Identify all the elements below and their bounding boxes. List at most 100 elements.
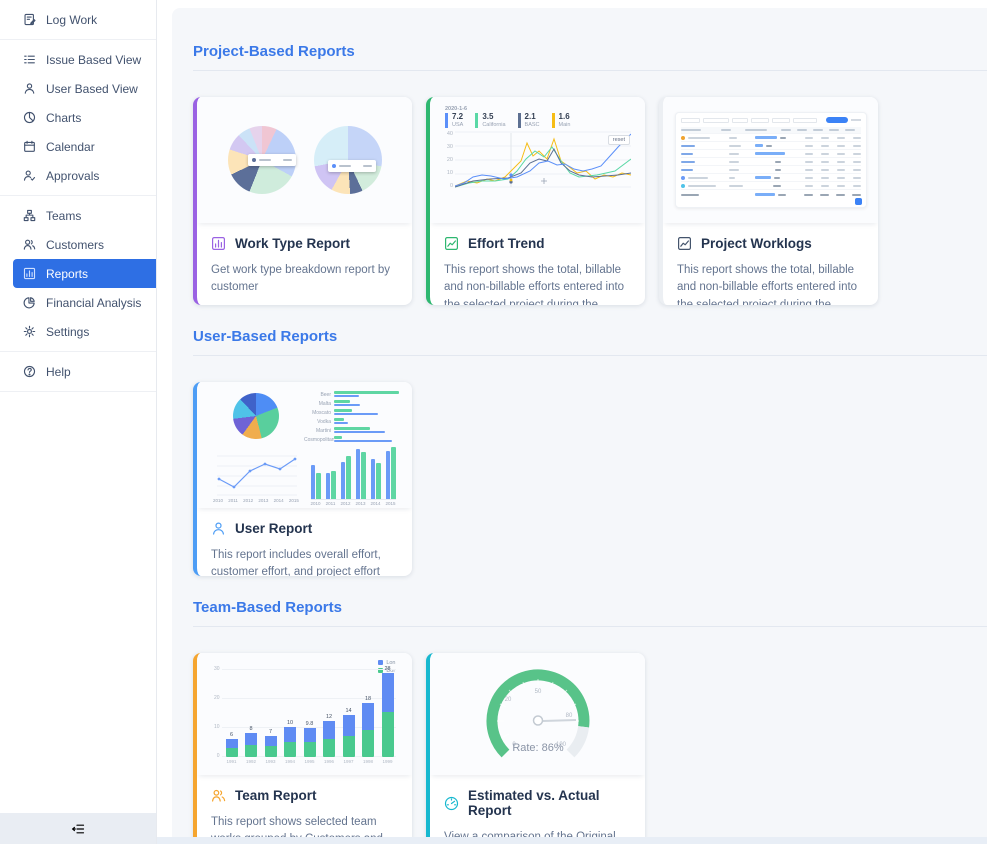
- card-title: Work Type Report: [235, 236, 351, 251]
- sidebar-item-teams[interactable]: Teams: [0, 201, 156, 230]
- worklog-table-row: [680, 182, 861, 190]
- section-divider: [193, 70, 987, 71]
- users-icon: [23, 239, 36, 250]
- card-description: This report shows the total, billable an…: [444, 264, 625, 305]
- sidebar-item-customers[interactable]: Customers: [0, 230, 156, 259]
- gauge-thumbnail: 0 20 50 80 100 Rate: 86%: [430, 653, 645, 775]
- sidebar-group-views: Issue Based View User Based View Charts …: [0, 40, 156, 196]
- card-team-report[interactable]: Lon Dor 30 20 10 0 6 8 7 10 9.8 12 14 18…: [193, 653, 412, 844]
- grouped-bar-chart-preview: 2010 2011 2012 2013 2014 2015: [310, 447, 396, 506]
- sidebar-item-charts[interactable]: Charts: [0, 103, 156, 132]
- gauge-chart-preview: 0 20 50 80 100 Rate: 86%: [486, 669, 589, 758]
- line-chart-icon: [445, 237, 459, 251]
- sidebar-group-admin: Teams Customers Reports Financial Analys…: [0, 196, 156, 352]
- sidebar-item-label: Help: [46, 364, 71, 379]
- sidebar: Log Work Issue Based View User Based Vie…: [0, 0, 157, 844]
- sidebar-item-label: Issue Based View: [46, 52, 142, 67]
- cards-row: Beer Malta Moscato Vodka Martini Cosmopo…: [193, 382, 987, 576]
- work-type-thumbnail: [197, 97, 412, 223]
- user-icon: [213, 522, 224, 535]
- gauge-icon: [444, 796, 459, 810]
- sidebar-item-label: Calendar: [46, 139, 95, 154]
- sidebar-item-label: Charts: [46, 110, 82, 125]
- reports-panel: Project-Based Reports Work Type Report G…: [172, 8, 987, 844]
- sidebar-item-settings[interactable]: Settings: [0, 317, 156, 346]
- user-report-thumbnail: Beer Malta Moscato Vodka Martini Cosmopo…: [197, 382, 412, 508]
- section-divider: [193, 626, 987, 627]
- team-icon: [212, 789, 226, 802]
- sidebar-item-financial-analysis[interactable]: Financial Analysis: [0, 288, 156, 317]
- y-axis-ticks: 40 30 20 10 0: [446, 130, 453, 189]
- bottom-scroll-strip: [157, 837, 987, 844]
- sidebar-item-label: Settings: [46, 324, 90, 339]
- sidebar-item-user-based-view[interactable]: User Based View: [0, 74, 156, 103]
- x-axis-labels: 1991 1992 1993 1994 1995 1996 1997 1998 1999: [226, 759, 393, 764]
- card-work-type-report[interactable]: Work Type Report Get work type breakdown…: [193, 97, 412, 305]
- gauge-rate-label: Rate: 86%: [512, 742, 564, 754]
- svg-text:20: 20: [504, 697, 511, 703]
- worklog-table-preview: [674, 112, 867, 208]
- card-title: Effort Trend: [468, 236, 545, 251]
- sidebar-item-reports[interactable]: Reports: [13, 259, 156, 288]
- card-description: Get work type breakdown report by custom…: [211, 264, 390, 294]
- card-title: User Report: [235, 521, 313, 536]
- sidebar-item-approvals[interactable]: Approvals: [0, 161, 156, 190]
- worklog-table-row: [680, 166, 861, 174]
- report-chart-icon: [23, 267, 36, 280]
- card-title: Team Report: [235, 788, 317, 803]
- main-area: Project-Based Reports Work Type Report G…: [157, 0, 987, 844]
- card-estimated-vs-actual[interactable]: 0 20 50 80 100 Rate: 86% Estimated vs. A…: [426, 653, 645, 844]
- sidebar-item-label: Teams: [46, 208, 82, 223]
- card-description: This report shows the total, billable an…: [677, 264, 858, 305]
- section-project-based: Project-Based Reports Work Type Report G…: [193, 42, 987, 305]
- worklog-table-row: [680, 150, 861, 158]
- log-work-icon: [24, 13, 36, 26]
- sidebar-group-top: Log Work: [0, 0, 156, 40]
- section-title: Team-Based Reports: [193, 599, 342, 616]
- line-chart-icon: [678, 237, 692, 251]
- reset-button: reset: [607, 134, 630, 145]
- calendar-icon: [24, 140, 35, 152]
- worklog-table-totals: [680, 190, 861, 199]
- pie-slice-icon: [23, 297, 35, 309]
- svg-text:50: 50: [534, 689, 541, 695]
- sidebar-item-label: Log Work: [46, 12, 98, 27]
- user-icon: [24, 83, 35, 94]
- sidebar-item-label: Reports: [46, 266, 89, 281]
- pie-tooltip: [327, 160, 376, 172]
- worklog-table-row: [680, 174, 861, 182]
- worklog-table-row: [680, 142, 861, 150]
- section-team-based: Team-Based Reports Lon Dor 30 20 10 0 6 …: [193, 598, 987, 844]
- line-chart-preview: [455, 131, 631, 188]
- card-user-report[interactable]: Beer Malta Moscato Vodka Martini Cosmopo…: [193, 382, 412, 576]
- project-worklogs-thumbnail: [663, 97, 878, 223]
- sidebar-item-log-work[interactable]: Log Work: [0, 5, 156, 34]
- sidebar-item-help[interactable]: Help: [0, 357, 156, 386]
- preview-legend: 7.2 USA 3.5 California 2.1 BASC 1.6 Main: [445, 112, 632, 128]
- line-chart-preview: 2010 2011 2012 2013 2014 2015: [208, 446, 304, 508]
- help-icon: [23, 365, 36, 378]
- cards-row: Work Type Report Get work type breakdown…: [193, 97, 987, 305]
- sidebar-footer: [0, 813, 156, 844]
- sidebar-item-label: Customers: [46, 237, 105, 252]
- collapse-sidebar-icon[interactable]: [71, 822, 85, 836]
- sidebar-item-issue-based-view[interactable]: Issue Based View: [0, 45, 156, 74]
- user-check-icon: [23, 170, 36, 181]
- section-user-based: User-Based Reports Beer Malta Moscato Vo…: [193, 327, 987, 576]
- worklog-table-row: [680, 134, 861, 142]
- team-report-thumbnail: Lon Dor 30 20 10 0 6 8 7 10 9.8 12 14 18…: [197, 653, 412, 775]
- card-effort-trend[interactable]: 2020-1-6 7.2 USA 3.5 California 2.1 BASC 1.…: [426, 97, 645, 305]
- sidebar-item-label: Financial Analysis: [46, 295, 142, 310]
- card-project-worklogs[interactable]: Project Worklogs This report shows the t…: [659, 97, 878, 305]
- section-title: User-Based Reports: [193, 328, 338, 345]
- sitemap-icon: [23, 209, 36, 222]
- section-title: Project-Based Reports: [193, 43, 355, 60]
- stacked-bar-chart-preview: Lon Dor 30 20 10 0 6 8 7 10 9.8 12 14 18…: [213, 660, 396, 764]
- cards-row: Lon Dor 30 20 10 0 6 8 7 10 9.8 12 14 18…: [193, 653, 987, 844]
- card-description: This report includes overall effort, cus…: [211, 549, 381, 576]
- filter-button: [825, 117, 848, 123]
- sidebar-item-calendar[interactable]: Calendar: [0, 132, 156, 161]
- card-title: Project Worklogs: [701, 236, 812, 251]
- sidebar-item-label: User Based View: [46, 81, 138, 96]
- effort-trend-thumbnail: 2020-1-6 7.2 USA 3.5 California 2.1 BASC 1.…: [430, 97, 645, 223]
